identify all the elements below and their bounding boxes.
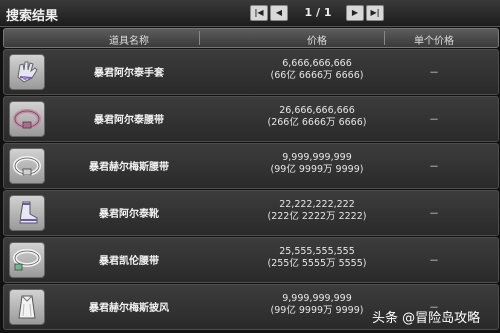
cape-icon (18, 295, 36, 319)
item-icon-slot[interactable] (9, 242, 45, 278)
header-divider (199, 31, 200, 45)
header-price[interactable]: 价格 (252, 32, 382, 47)
item-price-value: 25,555,555,555 (279, 246, 355, 257)
header-unit-price[interactable]: 单个价格 (399, 32, 469, 47)
item-name: 暴君赫尔梅斯披风 (89, 303, 169, 314)
item-price-detail: (255亿 5555万 5555) (267, 258, 367, 269)
next-page-button[interactable]: ▶ (346, 5, 364, 21)
table-row[interactable]: 暴君阿尔泰靴 22,222,222,222 (222亿 2222万 2222) … (3, 190, 499, 236)
last-page-icon: ▶| (370, 8, 380, 17)
item-price-value: 6,666,666,666 (282, 58, 352, 69)
item-name: 暴君阿尔泰腰带 (94, 115, 164, 126)
item-price-value: 9,999,999,999 (282, 152, 352, 163)
item-unit-price: － (429, 68, 439, 79)
item-icon-slot[interactable] (9, 101, 45, 137)
item-price-detail: (222亿 2222万 2222) (267, 211, 367, 222)
table-row[interactable]: 暴君凯伦腰带 25,555,555,555 (255亿 5555万 5555) … (3, 237, 499, 283)
item-icon-slot[interactable] (9, 54, 45, 90)
table-row[interactable]: 暴君阿尔泰腰带 26,666,666,666 (266亿 6666万 6666)… (3, 96, 499, 142)
table-row[interactable]: 暴君赫尔梅斯腰带 9,999,999,999 (99亿 9999万 9999) … (3, 143, 499, 189)
item-name: 暴君赫尔梅斯腰带 (89, 162, 169, 173)
prev-page-button[interactable]: ◀ (270, 5, 288, 21)
belt-icon (13, 109, 41, 129)
item-unit-price: － (429, 256, 439, 267)
item-unit-price: － (429, 115, 439, 126)
item-name: 暴君凯伦腰带 (99, 256, 159, 267)
item-name: 暴君阿尔泰靴 (99, 209, 159, 220)
item-price-value: 26,666,666,666 (279, 105, 355, 116)
item-price-value: 22,222,222,222 (279, 199, 355, 210)
first-page-icon: |◀ (254, 8, 264, 17)
item-icon-slot[interactable] (9, 148, 45, 184)
item-price: 9,999,999,999 (99亿 9999万 9999) (252, 152, 382, 176)
item-price: 26,666,666,666 (266亿 6666万 6666) (252, 105, 382, 129)
item-price-detail: (99亿 9999万 9999) (270, 164, 364, 175)
prev-page-icon: ◀ (275, 8, 283, 17)
item-price: 25,555,555,555 (255亿 5555万 5555) (252, 246, 382, 270)
gloves-icon (17, 61, 38, 83)
item-price-detail: (266亿 6666万 6666) (267, 117, 367, 128)
window-title: 搜索结果 (6, 9, 59, 24)
belt-icon (13, 156, 41, 176)
belt-icon (13, 249, 41, 271)
item-price-detail: (66亿 6666万 6666) (270, 70, 364, 81)
item-price: 22,222,222,222 (222亿 2222万 2222) (252, 199, 382, 223)
item-price-detail: (99亿 9999万 9999) (270, 305, 364, 316)
header-divider (384, 31, 385, 45)
table-row[interactable]: 暴君阿尔泰手套 6,666,666,666 (66亿 6666万 6666) － (3, 49, 499, 95)
item-unit-price: － (429, 209, 439, 220)
last-page-button[interactable]: ▶| (366, 5, 384, 21)
first-page-button[interactable]: |◀ (250, 5, 268, 21)
page-indicator: 1 / 1 (304, 6, 332, 19)
next-page-icon: ▶ (351, 8, 359, 17)
item-icon-slot[interactable] (9, 195, 45, 231)
item-unit-price: － (429, 162, 439, 173)
table-header: 道具名称 价格 单个价格 (3, 28, 499, 48)
watermark: 头条 @冒险岛攻略 (372, 311, 481, 326)
boots-icon (19, 201, 38, 224)
item-price: 6,666,666,666 (66亿 6666万 6666) (252, 58, 382, 82)
window-titlebar: 搜索结果 |◀ ◀ 1 / 1 ▶ ▶| (0, 0, 500, 27)
item-price-value: 9,999,999,999 (282, 293, 352, 304)
item-name: 暴君阿尔泰手套 (94, 68, 164, 79)
item-price: 9,999,999,999 (99亿 9999万 9999) (252, 293, 382, 317)
item-icon-slot[interactable] (9, 289, 45, 325)
header-item-name[interactable]: 道具名称 (64, 32, 194, 47)
